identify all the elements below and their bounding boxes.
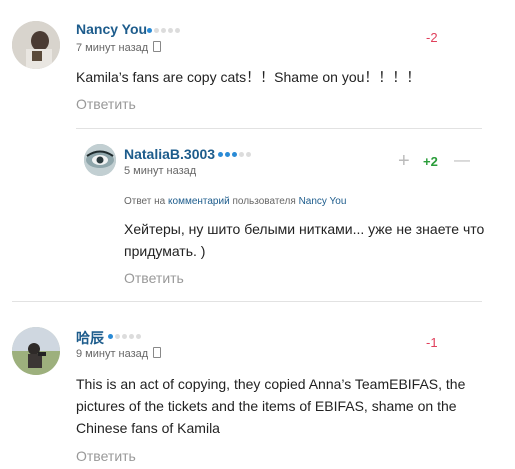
comment-author[interactable]: NataliaB.3003 <box>124 146 215 162</box>
comment-score: +2 <box>423 154 438 169</box>
comment-time: 9 минут назад <box>76 347 162 360</box>
avatar[interactable] <box>84 144 116 176</box>
reply-button[interactable]: Ответить <box>124 270 184 286</box>
avatar-photo <box>12 327 60 375</box>
divider <box>76 128 482 129</box>
comment-text: Kamila’s fans are copy cats！！Shame on yo… <box>76 69 421 85</box>
mobile-icon <box>153 41 162 52</box>
reply-meta: Ответ на комментарий пользователя Nancy … <box>124 196 347 207</box>
mobile-icon <box>153 347 162 358</box>
comment-time: 7 минут назад <box>76 41 162 54</box>
parent-comment-link[interactable]: комментарий <box>168 196 230 207</box>
avatar-photo <box>84 144 116 176</box>
rating-dots <box>108 334 141 339</box>
rating-dots <box>218 152 251 157</box>
avatar[interactable] <box>12 21 60 69</box>
rating-dots <box>147 28 180 33</box>
avatar[interactable] <box>12 327 60 375</box>
comment-author[interactable]: Nancy You <box>76 21 147 37</box>
comment-text: This is an act of copying, they copied A… <box>76 376 466 436</box>
comment-author[interactable]: 哈辰 <box>76 328 104 348</box>
divider <box>12 301 482 302</box>
avatar-photo <box>12 21 60 69</box>
reply-button[interactable]: Ответить <box>76 96 136 112</box>
comment-score: -1 <box>426 335 438 350</box>
upvote-button[interactable]: + <box>398 151 410 171</box>
comment-time: 5 минут назад <box>124 165 197 177</box>
comment-text: Хейтеры, ну шито белыми нитками... уже н… <box>124 221 485 259</box>
parent-user-link[interactable]: Nancy You <box>299 196 347 207</box>
reply-button[interactable]: Ответить <box>76 448 136 464</box>
downvote-button[interactable]: — <box>454 151 470 171</box>
comment-score: -2 <box>426 30 438 45</box>
